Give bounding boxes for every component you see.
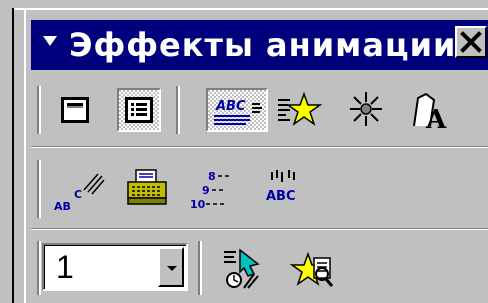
toolbar-row1-grip[interactable] xyxy=(37,86,41,134)
typewriter-effect-button[interactable] xyxy=(120,164,176,216)
toolbar-separator-2 xyxy=(31,228,488,230)
custom-animation-button[interactable] xyxy=(214,244,270,296)
close-x-icon xyxy=(460,31,482,53)
drive-in-icon: ABC xyxy=(214,99,262,125)
animate-text-button[interactable] xyxy=(117,88,161,132)
window-border-inner xyxy=(24,8,26,303)
animation-effects-window: Эффекты анимации ABC A AB C 8 9 10 ABC 1 xyxy=(0,0,488,303)
flying-star-icon xyxy=(278,91,323,126)
reverse-order-icon: 8 9 10 xyxy=(190,170,229,211)
animate-title-button[interactable] xyxy=(53,88,97,132)
toolbar-row3-divider xyxy=(198,241,202,295)
window-border-top xyxy=(12,8,488,10)
title-slide-icon xyxy=(61,97,89,123)
svg-text:C: C xyxy=(74,188,82,201)
text-slide-icon xyxy=(125,97,153,123)
typewriter-icon xyxy=(127,169,167,205)
window-title: Эффекты анимации xyxy=(69,26,457,64)
svg-text:9: 9 xyxy=(202,184,210,197)
svg-text:ABC: ABC xyxy=(266,189,296,204)
toolbar-separator-1 xyxy=(31,146,488,148)
laser-text-icon: AB C xyxy=(54,173,105,213)
drop-in-effect-button[interactable]: ABC xyxy=(256,164,312,216)
drop-in-icon: ABC xyxy=(266,170,296,204)
drive-in-effect-button[interactable]: ABC xyxy=(206,88,268,132)
laser-text-effect-button[interactable]: AB C xyxy=(52,164,108,216)
animation-order-combo[interactable]: 1 xyxy=(42,243,188,291)
title-bar[interactable]: Эффекты анимации xyxy=(31,20,488,70)
flying-effect-button[interactable] xyxy=(272,88,324,132)
window-border-left xyxy=(12,8,14,303)
camera-effect-button[interactable] xyxy=(340,86,392,134)
flash-once-effect-button[interactable]: A xyxy=(406,86,458,134)
custom-animation-icon xyxy=(224,248,260,289)
reverse-order-effect-button[interactable]: 8 9 10 xyxy=(188,164,244,216)
animation-preview-icon xyxy=(289,251,334,287)
menu-arrow-icon[interactable] xyxy=(43,36,57,46)
combo-dropdown-button[interactable] xyxy=(158,247,184,287)
toolbar-row1-divider xyxy=(176,86,180,134)
svg-text:ABC: ABC xyxy=(215,99,246,114)
toolbar-row3-grip[interactable] xyxy=(37,241,41,295)
camera-flash-icon xyxy=(350,92,382,126)
svg-text:AB: AB xyxy=(54,200,71,213)
close-button[interactable] xyxy=(455,26,487,58)
svg-text:8: 8 xyxy=(208,170,216,183)
animation-order-value[interactable]: 1 xyxy=(56,249,74,285)
toolbar-row2-grip[interactable] xyxy=(37,160,41,218)
svg-text:A: A xyxy=(425,105,447,134)
flash-text-icon: A xyxy=(413,92,447,134)
animation-preview-button[interactable] xyxy=(286,244,342,296)
chevron-down-icon xyxy=(167,266,177,271)
svg-text:10: 10 xyxy=(190,198,206,211)
